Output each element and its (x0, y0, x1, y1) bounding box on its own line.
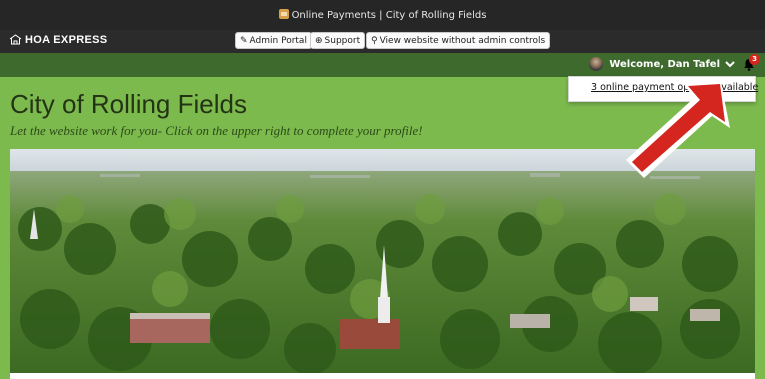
admin-portal-label: Admin Portal (249, 36, 307, 46)
wrench-icon: ✎ (240, 36, 248, 46)
hero-aerial-photo (10, 149, 755, 373)
welcome-text: Welcome, Dan Tafel (609, 58, 720, 70)
site-title: City of Rolling Fields (10, 89, 247, 119)
chevron-down-icon (725, 60, 735, 67)
support-button[interactable]: ⊕ Support (310, 32, 366, 49)
house-icon (9, 34, 22, 45)
support-label: Support (324, 36, 361, 46)
lifebuoy-icon: ⊕ (315, 36, 323, 46)
browser-title-bar: Online Payments | City of Rolling Fields (0, 0, 765, 30)
site-tagline: Let the website work for you- Click on t… (10, 123, 423, 138)
admin-toolbar: HOA EXPRESS ✎ Admin Portal ⊕ Support ⚲ View… (0, 30, 765, 53)
notification-dropdown: 3 online payment options available (568, 76, 758, 102)
browser-tab-title-text: Online Payments | City of Rolling Fields (291, 10, 487, 21)
avatar (589, 57, 604, 71)
view-website-button[interactable]: ⚲ View website without admin controls (366, 32, 551, 49)
aerial-town-photo (10, 149, 755, 373)
browser-tab-title: Online Payments | City of Rolling Fields (0, 9, 765, 21)
page-border-right (755, 149, 765, 379)
page-border-left (0, 149, 10, 379)
hoa-express-logo[interactable]: HOA EXPRESS (9, 34, 107, 46)
user-menu[interactable]: Welcome, Dan Tafel (589, 57, 735, 71)
admin-portal-button[interactable]: ✎ Admin Portal (235, 32, 312, 49)
magnifier-icon: ⚲ (371, 36, 378, 46)
page-favicon-icon (278, 9, 289, 19)
logo-text: HOA EXPRESS (25, 34, 108, 46)
view-website-label: View website without admin controls (379, 36, 546, 46)
notification-badge: 3 (749, 54, 760, 65)
user-bar: Welcome, Dan Tafel (0, 53, 765, 77)
online-payment-options-link[interactable]: 3 online payment options available (591, 82, 758, 93)
